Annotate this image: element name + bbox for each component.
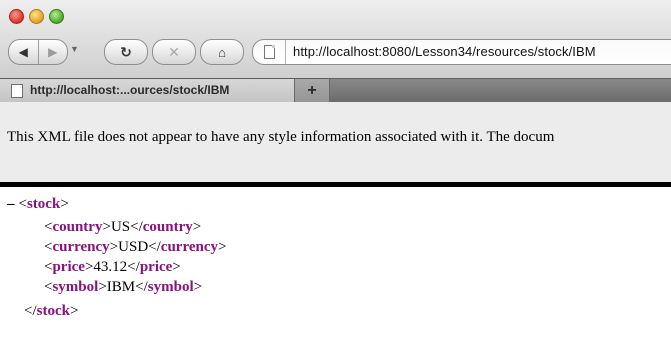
tab-stock-ibm[interactable]: http://localhost:...ources/stock/IBM <box>0 79 295 102</box>
address-bar[interactable]: http://localhost:8080/Lesson34/resources… <box>252 39 671 65</box>
plus-icon: + <box>307 81 317 99</box>
reload-button[interactable]: ↻ <box>104 39 148 65</box>
xml-style-notice: This XML file does not appear to have an… <box>0 102 671 187</box>
history-dropdown-icon[interactable]: ▼ <box>70 44 79 54</box>
back-button[interactable]: ◀ <box>9 40 38 64</box>
xml-tag-name: stock <box>36 303 70 319</box>
xml-element-symbol: <symbol>IBM</symbol> <box>44 279 203 295</box>
xml-value: 43.12 <box>93 259 128 275</box>
xml-root-open: – <stock> <box>7 196 69 212</box>
window-close-button[interactable] <box>9 9 24 24</box>
page-icon <box>263 45 275 59</box>
stop-button[interactable]: ✕ <box>152 39 196 65</box>
home-icon: ⌂ <box>218 44 226 60</box>
xml-value: USD <box>118 239 149 255</box>
stop-icon: ✕ <box>168 43 180 60</box>
xml-element-currency: <currency>USD</currency> <box>44 239 227 255</box>
browser-toolbar: ◀ ▶ ▼ ↻ ✕ ⌂ http://localhost:8080/Lesson… <box>0 0 671 78</box>
tab-label: http://localhost:...ources/stock/IBM <box>30 83 230 97</box>
notice-text: This XML file does not appear to have an… <box>7 129 555 145</box>
xml-element-country: <country>US</country> <box>44 219 202 235</box>
xml-value: IBM <box>106 279 136 295</box>
url-text[interactable]: http://localhost:8080/Lesson34/resources… <box>293 44 596 59</box>
window-minimize-button[interactable] <box>29 9 44 24</box>
collapse-toggle[interactable]: – <box>7 196 15 212</box>
window-zoom-button[interactable] <box>49 9 64 24</box>
page-icon <box>11 84 23 98</box>
xml-element-price: <price>43.12</price> <box>44 259 181 275</box>
add-bookmark-button[interactable] <box>253 40 286 64</box>
forward-arrow-icon: ▶ <box>48 45 58 59</box>
xml-root-close: </stock> <box>24 303 79 319</box>
xml-value: US <box>110 219 131 235</box>
new-tab-button[interactable]: + <box>295 79 330 102</box>
tab-strip: http://localhost:...ources/stock/IBM + <box>0 78 671 102</box>
reload-icon: ↻ <box>120 43 132 60</box>
back-forward-group: ◀ ▶ <box>8 39 68 65</box>
home-button[interactable]: ⌂ <box>200 39 244 65</box>
back-arrow-icon: ◀ <box>18 45 28 59</box>
forward-button[interactable]: ▶ <box>37 40 68 64</box>
xml-tag-name: stock <box>26 196 61 212</box>
